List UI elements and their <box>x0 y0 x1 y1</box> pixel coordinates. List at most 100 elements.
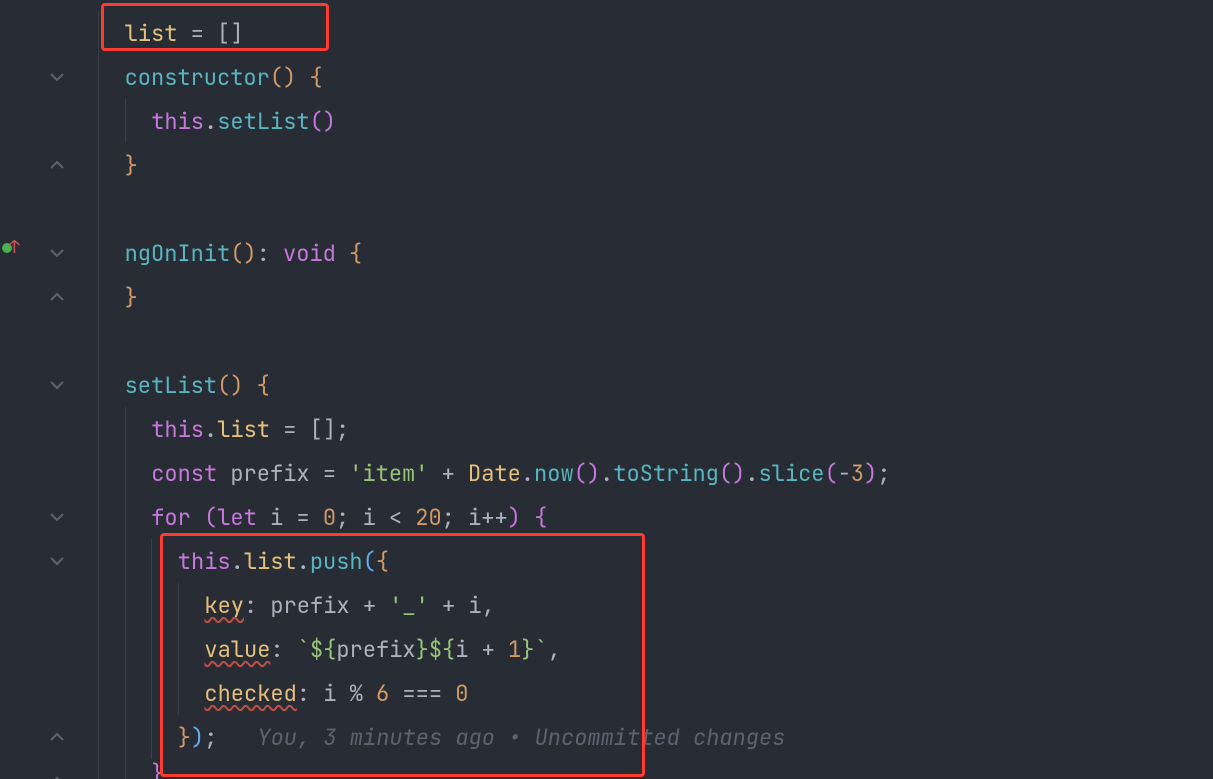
code-token: () <box>719 459 745 488</box>
code-token: + <box>442 459 455 488</box>
code-token: { <box>257 371 270 400</box>
code-token: prefix <box>230 459 322 488</box>
code-token: i <box>257 503 297 532</box>
code-token: % <box>350 679 363 708</box>
code-token: 0 <box>323 503 336 532</box>
code-token: ; <box>336 503 362 532</box>
code-line[interactable]: this.setList() <box>151 99 336 143</box>
code-token <box>521 503 534 532</box>
code-token <box>376 591 389 620</box>
code-line[interactable]: list = [] <box>125 11 244 55</box>
code-token: < <box>389 503 402 532</box>
editor-gutter: ↑ <box>0 0 70 779</box>
code-token: } <box>151 759 164 779</box>
code-editor[interactable]: ↑ list = []constructor() {this.setList()… <box>0 0 1213 779</box>
code-token: this <box>178 547 231 576</box>
code-token: : <box>257 239 283 268</box>
fold-open-icon[interactable] <box>48 508 66 526</box>
fold-open-icon[interactable] <box>48 376 66 394</box>
code-token: { <box>349 239 362 268</box>
fold-open-icon[interactable] <box>48 68 66 86</box>
code-token <box>389 679 402 708</box>
code-token <box>296 415 309 444</box>
indent-guide <box>151 539 152 759</box>
code-line[interactable]: ngOnInit(): void { <box>125 231 363 275</box>
code-token <box>296 63 309 92</box>
code-line[interactable]: }); You, 3 minutes ago • Uncommitted chan… <box>178 715 786 759</box>
code-token: : <box>244 591 270 620</box>
fold-close-icon[interactable] <box>48 288 66 306</box>
fold-close-icon[interactable] <box>48 728 66 746</box>
code-token: } <box>125 151 138 180</box>
code-token: () <box>574 459 600 488</box>
code-token: list <box>217 415 270 444</box>
code-line[interactable]: setList() { <box>125 363 270 407</box>
code-token: () <box>310 107 336 136</box>
code-area[interactable]: list = []constructor() {this.setList()}n… <box>70 0 1213 779</box>
code-token: () <box>230 239 256 268</box>
code-line[interactable]: for (let i = 0; i < 20; i++) { <box>151 495 547 539</box>
code-token: } <box>178 723 191 752</box>
fold-open-icon[interactable] <box>48 244 66 262</box>
code-token: () <box>217 371 243 400</box>
code-line[interactable]: this.list.push({ <box>178 539 389 583</box>
fold-close-icon[interactable] <box>48 156 66 174</box>
fold-open-icon[interactable] <box>48 552 66 570</box>
code-token: i <box>455 635 481 664</box>
code-token: 6 <box>376 679 389 708</box>
code-token <box>429 591 442 620</box>
code-token <box>310 503 323 532</box>
code-line[interactable]: checked: i % 6 === 0 <box>204 671 468 715</box>
indent-guide <box>98 11 99 779</box>
git-blame-annotation: You, 3 minutes ago • Uncommitted changes <box>257 723 785 752</box>
code-line[interactable]: key: prefix + '_' + i, <box>204 583 494 627</box>
code-token: { <box>534 503 547 532</box>
code-line[interactable]: } <box>151 759 164 779</box>
code-token: [] <box>217 19 243 48</box>
code-token: let <box>217 503 257 532</box>
code-line[interactable]: value: `${prefix}${i + 1}`, <box>204 627 560 671</box>
code-token: = <box>191 19 204 48</box>
code-token <box>217 459 230 488</box>
code-token: = <box>296 503 309 532</box>
code-token: ) <box>191 723 204 752</box>
code-line[interactable]: this.list = []; <box>151 407 349 451</box>
vcs-change-marker-icon[interactable]: ↑ <box>2 243 20 253</box>
code-token: . <box>297 547 310 576</box>
code-token: . <box>204 107 217 136</box>
code-token: = <box>283 415 296 444</box>
code-token: . <box>231 547 244 576</box>
code-token: toString <box>613 459 719 488</box>
code-token: const <box>151 459 217 488</box>
code-token <box>191 503 204 532</box>
code-token: , <box>548 635 561 664</box>
code-token: ` <box>297 635 310 664</box>
code-line[interactable]: } <box>125 275 138 319</box>
code-token: ( <box>204 503 217 532</box>
fold-close-icon[interactable] <box>48 772 66 779</box>
code-token: ) <box>864 459 877 488</box>
code-token: . <box>600 459 613 488</box>
code-token: 3 <box>851 459 864 488</box>
code-token <box>336 239 349 268</box>
code-token: list <box>244 547 297 576</box>
code-token: - <box>838 459 851 488</box>
code-token: i <box>362 503 388 532</box>
code-token: ; <box>204 723 217 752</box>
code-token: i <box>468 503 481 532</box>
code-token: ) <box>508 503 521 532</box>
code-token: : <box>297 679 323 708</box>
code-token: '_' <box>389 591 429 620</box>
code-token <box>270 415 283 444</box>
code-token <box>177 19 190 48</box>
code-token: key <box>204 591 244 620</box>
code-line[interactable]: constructor() { <box>125 55 323 99</box>
code-token: i <box>455 591 481 620</box>
code-line[interactable]: const prefix = 'item' + Date.now().toStr… <box>151 451 890 495</box>
code-token <box>428 459 441 488</box>
code-token: ( <box>363 547 376 576</box>
code-line[interactable]: } <box>125 143 138 187</box>
code-token: ${ <box>310 635 336 664</box>
code-token: ++ <box>481 503 507 532</box>
code-token: ${ <box>429 635 455 664</box>
